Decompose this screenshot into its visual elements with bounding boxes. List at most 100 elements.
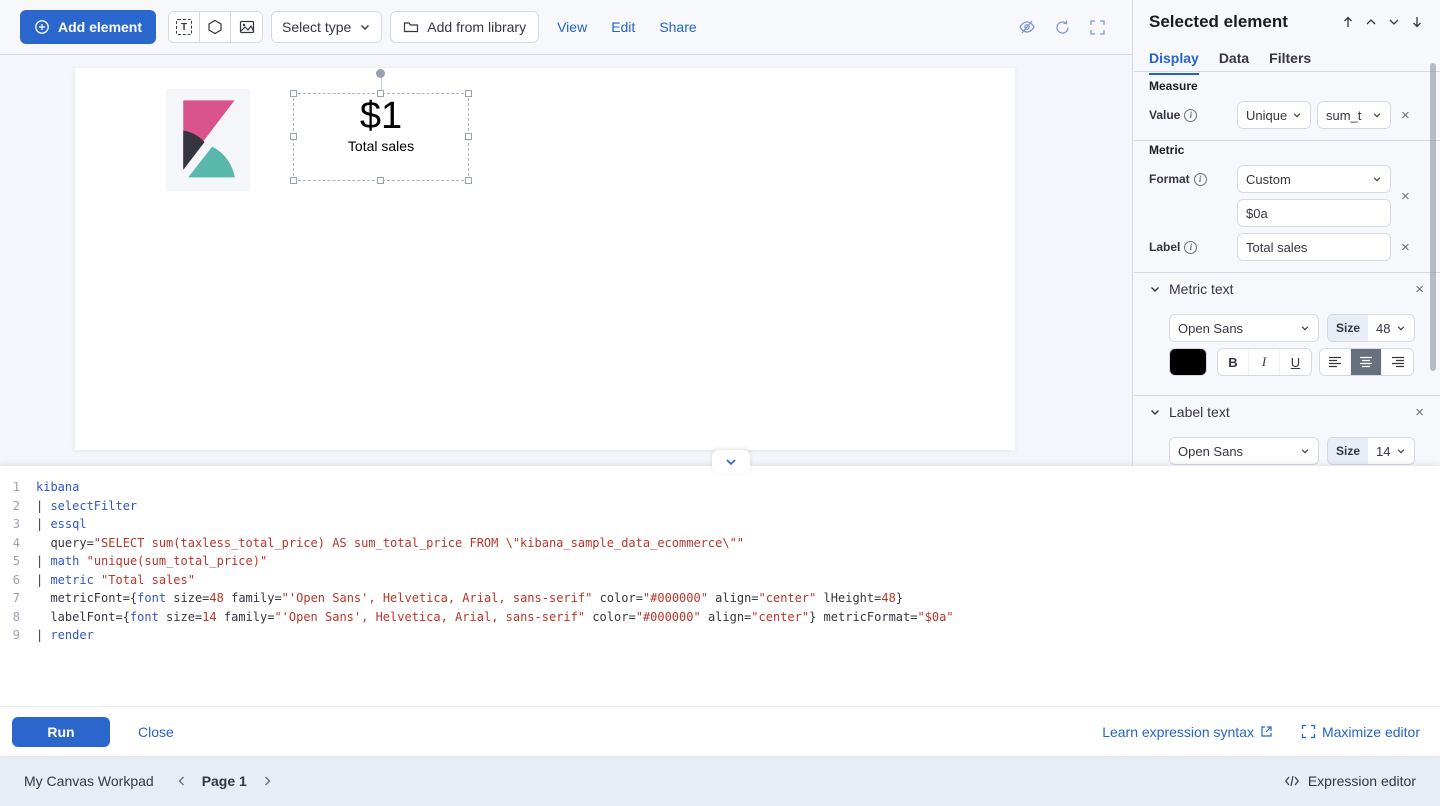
metric-element-content: $1 Total sales (294, 94, 468, 180)
editor-actions-bar: Run Close Learn expression syntax Maximi… (0, 706, 1440, 756)
kibana-logo (175, 98, 241, 182)
remove-value-button[interactable] (1401, 108, 1410, 123)
metric-font-dropdown[interactable]: Open Sans (1169, 314, 1319, 342)
select-type-label: Select type (282, 19, 351, 35)
selected-metric-element[interactable]: $1 Total sales (293, 93, 469, 181)
label-size-control[interactable]: Size 14 (1327, 437, 1415, 465)
top-toolbar: Add element Select type Add from library… (0, 0, 1132, 55)
image-element-button[interactable] (231, 12, 262, 42)
remove-label-text-button[interactable] (1415, 405, 1424, 420)
collapse-editor-button[interactable] (712, 450, 750, 474)
format-dropdown[interactable]: Custom (1237, 165, 1391, 193)
menu-edit[interactable]: Edit (611, 19, 635, 35)
move-up-icon[interactable] (1364, 15, 1378, 29)
element-order-controls (1341, 15, 1424, 29)
code-line: 2| selectFilter (0, 497, 1440, 516)
metric-size-control[interactable]: Size 48 (1327, 314, 1415, 342)
image-element[interactable] (166, 89, 250, 191)
panel-title: Selected element (1149, 12, 1288, 32)
align-right-button[interactable] (1382, 349, 1413, 375)
hide-filters-icon[interactable] (1018, 18, 1036, 36)
plus-circle-icon (34, 19, 50, 35)
code-line: 5| math "unique(sum_total_price)" (0, 552, 1440, 571)
chevron-down-icon (1300, 446, 1310, 456)
external-link-icon (1260, 725, 1273, 738)
text-element-button[interactable] (169, 12, 200, 42)
resize-handle-s[interactable] (377, 177, 384, 184)
remove-format-button[interactable] (1401, 189, 1410, 204)
bold-button[interactable]: B (1218, 349, 1249, 375)
resize-handle-n[interactable] (377, 90, 384, 97)
align-center-button[interactable] (1351, 349, 1382, 375)
workpad-area[interactable]: $1 Total sales (0, 55, 1132, 466)
resize-handle-ne[interactable] (465, 90, 472, 97)
size-label: Size (1328, 315, 1368, 341)
label-font-dropdown[interactable]: Open Sans (1169, 437, 1319, 465)
close-link[interactable]: Close (138, 724, 174, 740)
resize-handle-sw[interactable] (290, 177, 297, 184)
workpad-name[interactable]: My Canvas Workpad (24, 773, 154, 789)
workpad-page[interactable]: $1 Total sales (75, 68, 1015, 450)
metric-color-swatch[interactable] (1169, 348, 1207, 376)
maximize-editor-link[interactable]: Maximize editor (1301, 724, 1420, 740)
code-line: 1kibana (0, 478, 1440, 497)
run-button[interactable]: Run (12, 717, 110, 747)
toolbar-right-icons (1018, 18, 1116, 36)
metric-text-header[interactable]: Metric text (1149, 281, 1424, 297)
next-page-icon[interactable] (261, 775, 273, 787)
chevron-down-icon (1396, 446, 1406, 456)
label-value-input[interactable] (1237, 233, 1391, 261)
previous-page-icon[interactable] (176, 775, 188, 787)
panel-scrollbar[interactable] (1430, 63, 1436, 371)
expression-editor-toggle[interactable]: Expression editor (1284, 773, 1416, 789)
info-icon (1184, 241, 1197, 254)
chevron-down-icon (1396, 323, 1406, 333)
page-navigation: Page 1 (176, 773, 273, 789)
expression-code-input[interactable]: 1kibana2| selectFilter3| essql4 query="S… (0, 478, 1440, 664)
code-line: 3| essql (0, 515, 1440, 534)
learn-expression-syntax-link[interactable]: Learn expression syntax (1102, 724, 1273, 740)
metric-value: $1 (360, 95, 402, 137)
add-from-library-button[interactable]: Add from library (390, 11, 539, 43)
remove-label-button[interactable] (1401, 240, 1410, 255)
chevron-down-icon (1300, 323, 1310, 333)
format-value-input[interactable] (1237, 199, 1391, 227)
remove-metric-text-button[interactable] (1415, 282, 1424, 297)
code-line: 8 labelFont={font size=14 family="'Open … (0, 608, 1440, 627)
label-text-header[interactable]: Label text (1149, 404, 1424, 420)
move-to-top-icon[interactable] (1341, 15, 1355, 29)
value-field-dropdown[interactable]: sum_t (1317, 101, 1391, 129)
divider (1134, 395, 1440, 396)
underline-button[interactable]: U (1280, 349, 1311, 375)
fullscreen-icon[interactable] (1089, 19, 1106, 36)
menu-view[interactable]: View (557, 19, 587, 35)
metric-style-group: B I U (1217, 348, 1312, 376)
select-type-dropdown[interactable]: Select type (271, 11, 382, 43)
refresh-icon[interactable] (1054, 19, 1071, 36)
text-element-icon (176, 19, 192, 35)
metric-heading: Metric (1149, 143, 1184, 157)
metric-align-group (1319, 348, 1414, 376)
resize-handle-e[interactable] (465, 133, 472, 140)
chevron-down-icon (1149, 283, 1161, 295)
add-element-button[interactable]: Add element (20, 10, 156, 44)
code-line: 4 query="SELECT sum(taxless_total_price)… (0, 534, 1440, 553)
add-element-label: Add element (58, 19, 142, 35)
align-left-button[interactable] (1320, 349, 1351, 375)
resize-handle-w[interactable] (290, 133, 297, 140)
italic-button[interactable]: I (1249, 349, 1280, 375)
menu-share[interactable]: Share (659, 19, 696, 35)
resize-handle-nw[interactable] (290, 90, 297, 97)
chevron-down-icon (724, 455, 738, 469)
value-agg-dropdown[interactable]: Unique (1237, 101, 1311, 129)
move-to-bottom-icon[interactable] (1410, 15, 1424, 29)
divider (1134, 140, 1440, 141)
code-line: 7 metricFont={font size=48 family="'Open… (0, 589, 1440, 608)
move-down-icon[interactable] (1387, 15, 1401, 29)
resize-handle-se[interactable] (465, 177, 472, 184)
shape-element-button[interactable] (200, 12, 231, 42)
code-line: 6| metric "Total sales" (0, 571, 1440, 590)
rotate-handle[interactable] (376, 69, 385, 78)
page-label[interactable]: Page 1 (202, 773, 247, 789)
size-label: Size (1328, 438, 1368, 464)
